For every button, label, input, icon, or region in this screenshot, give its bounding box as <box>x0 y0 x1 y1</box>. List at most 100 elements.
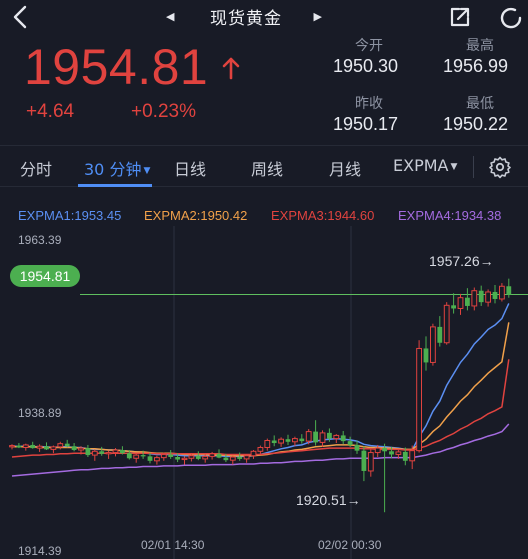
candle-body <box>50 446 57 450</box>
candle-body <box>506 286 512 295</box>
candle-body <box>30 444 36 449</box>
next-instrument-icon[interactable]: ▶ <box>314 10 322 23</box>
candle-body <box>237 457 243 459</box>
y-tick-bottom: 1914.39 <box>18 544 62 558</box>
candle-body <box>430 326 436 363</box>
high-label: 最高 <box>466 38 494 54</box>
refresh-icon[interactable] <box>497 4 525 32</box>
candle-body <box>160 453 167 459</box>
candle-body <box>367 452 374 472</box>
candle-body <box>374 447 381 454</box>
candle-body <box>416 347 423 452</box>
prev-close-label: 昨收 <box>355 96 383 112</box>
tab-monthly[interactable]: 月线 <box>329 156 361 180</box>
chevron-down-icon: ▼ <box>450 162 458 172</box>
candle-body <box>299 438 305 442</box>
annotation-low: 1920.51→ <box>296 492 361 508</box>
high-value: 1956.99 <box>443 56 509 76</box>
tab-indicator-label: EXPMA <box>393 156 449 175</box>
candle-body <box>188 455 195 459</box>
open-label: 今开 <box>355 38 383 54</box>
candle-body <box>147 456 153 461</box>
divider <box>473 156 474 178</box>
candle-body <box>395 451 402 455</box>
candle-body <box>195 455 201 459</box>
legend-expma2: EXPMA2:1950.42 <box>144 208 248 223</box>
candle-body <box>340 435 346 442</box>
chevron-down-icon: ▼ <box>143 166 151 176</box>
title-switcher: ◀ 现货黄金 ▶ <box>160 3 368 29</box>
top-bar: ◀ 现货黄金 ▶ <box>0 0 528 32</box>
candle-body <box>457 297 464 309</box>
candle-body <box>202 455 209 460</box>
candle-body <box>9 445 15 448</box>
active-tab-indicator <box>78 184 152 187</box>
candle-body <box>485 291 492 303</box>
candle-body <box>99 451 105 454</box>
candle-body <box>216 453 222 458</box>
low-value: 1950.22 <box>443 114 509 134</box>
candle-body <box>361 450 367 471</box>
candle-body <box>85 448 91 456</box>
price-change: +4.64 <box>26 101 75 122</box>
candle-body <box>16 445 22 448</box>
tab-30min-label: 30 分钟 <box>84 160 142 179</box>
prev-close-value: 1950.17 <box>333 114 399 134</box>
candle-body <box>133 454 140 459</box>
legend-expma3: EXPMA3:1944.60 <box>271 208 375 223</box>
candle-body <box>22 444 29 448</box>
candle-body <box>409 450 416 462</box>
candle-body <box>471 290 478 307</box>
tab-30min[interactable]: 30 分钟 ▼ <box>84 156 150 180</box>
candle-body <box>78 447 84 451</box>
y-tick-mid: 1938.89 <box>18 406 62 420</box>
x-tick-1: 02/01 14:30 <box>141 538 205 552</box>
candle-body <box>257 446 264 452</box>
candle-body <box>168 454 174 458</box>
page-title: 现货黄金 <box>210 8 282 29</box>
up-arrow-icon <box>222 57 240 80</box>
candle-body <box>278 438 285 444</box>
candle-body <box>492 291 498 299</box>
candle-body <box>181 457 188 461</box>
previous-instrument-icon[interactable]: ◀ <box>166 10 174 23</box>
candle-body <box>243 455 250 460</box>
price-change-percent: +0.23% <box>131 101 196 122</box>
gear-icon[interactable] <box>488 155 512 179</box>
candle-body <box>313 431 318 443</box>
candle-body <box>402 451 408 461</box>
candle-body <box>319 432 326 443</box>
candle-body <box>91 450 98 456</box>
x-tick-2: 02/02 00:30 <box>318 538 382 552</box>
candle-body <box>229 456 236 461</box>
share-icon[interactable] <box>447 4 473 30</box>
current-price-tag: 1954.81 <box>10 265 80 287</box>
candle-body <box>451 305 456 309</box>
candle-body <box>389 451 394 455</box>
candle-body <box>305 431 312 442</box>
candle-body <box>57 443 64 448</box>
candle-body <box>112 449 119 454</box>
tab-daily[interactable]: 日线 <box>174 156 206 180</box>
tab-indicator[interactable]: EXPMA ▼ <box>393 156 457 175</box>
candle-body <box>264 439 271 448</box>
open-value: 1950.30 <box>333 56 399 76</box>
candle-body <box>465 297 470 306</box>
candle-body <box>292 438 298 443</box>
candle-body <box>478 290 484 303</box>
candle-body <box>175 457 180 460</box>
candle-body <box>499 285 505 300</box>
candle-body <box>333 434 340 440</box>
annotation-high: 1957.26→ <box>429 253 494 269</box>
current-price: 1954.81 <box>24 39 209 95</box>
candle-body <box>271 440 277 444</box>
tab-timeshare[interactable]: 分时 <box>20 156 52 180</box>
candle-body <box>154 457 160 462</box>
series-line-expma1 <box>12 303 510 458</box>
back-icon[interactable] <box>8 4 34 30</box>
candle-body <box>354 444 360 451</box>
candle-body <box>120 450 125 454</box>
candle-body <box>250 450 257 457</box>
candle-body <box>44 446 49 450</box>
tab-weekly[interactable]: 周线 <box>251 156 283 180</box>
